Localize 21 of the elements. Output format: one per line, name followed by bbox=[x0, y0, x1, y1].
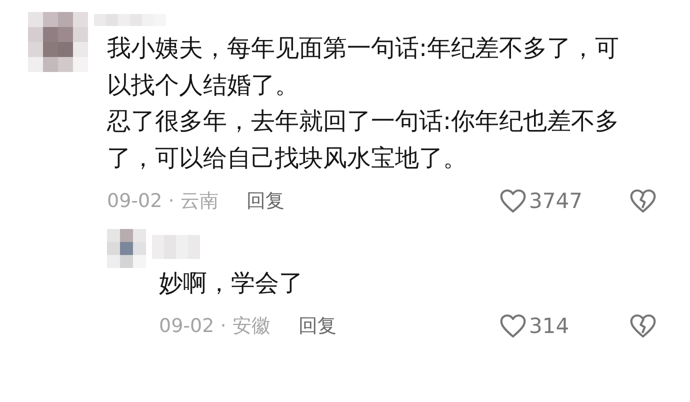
like-count: 3747 bbox=[529, 189, 584, 213]
blurred-avatar bbox=[28, 12, 88, 72]
comment-date: 09-02 bbox=[107, 190, 162, 212]
like-count: 314 bbox=[529, 314, 570, 338]
comment-text: 忍了很多年，去年就回了一句话:你年纪也差不多了，可以给自己找块风水宝地了。 bbox=[107, 106, 620, 174]
heart-icon[interactable] bbox=[499, 187, 527, 215]
reply-link[interactable]: 回复 bbox=[246, 188, 284, 214]
reply-text: 妙啊，学会了 bbox=[159, 268, 304, 299]
blurred-username bbox=[152, 235, 200, 259]
separator-dot: · bbox=[168, 190, 174, 212]
heart-icon[interactable] bbox=[499, 312, 527, 340]
comment-text: 我小姨夫，每年见面第一句话:年纪差不多了，可以找个人结婚了。 bbox=[107, 33, 620, 100]
reply-link[interactable]: 回复 bbox=[298, 312, 336, 338]
comment-date: 09-02 bbox=[159, 314, 214, 336]
comment-location: 云南 bbox=[180, 189, 218, 214]
blurred-username bbox=[94, 14, 166, 26]
blurred-avatar bbox=[107, 229, 146, 268]
comment-location: 安徽 bbox=[232, 314, 270, 338]
broken-heart-icon[interactable] bbox=[629, 312, 657, 340]
broken-heart-icon[interactable] bbox=[629, 187, 657, 215]
separator-dot: · bbox=[220, 314, 226, 336]
